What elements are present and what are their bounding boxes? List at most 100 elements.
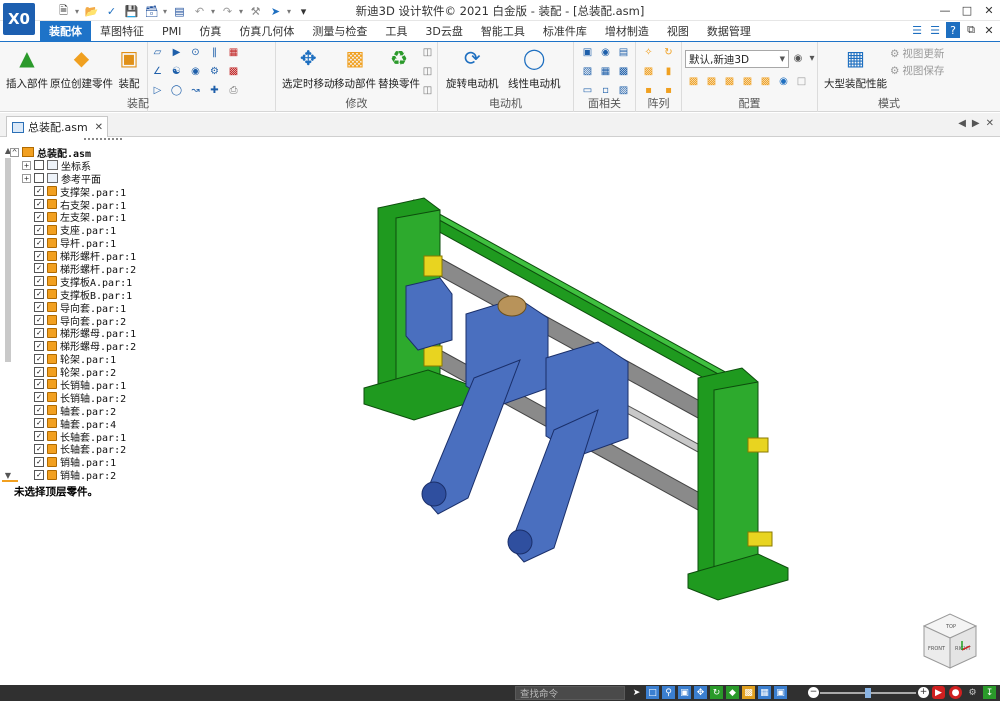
close-icon[interactable]: ✕ xyxy=(978,0,1000,21)
face-a-icon[interactable]: ▣ xyxy=(580,45,595,60)
gear-icon[interactable]: ⚙ xyxy=(207,64,222,79)
config-g-icon[interactable]: □ xyxy=(794,74,809,89)
visibility-checkbox[interactable]: ✓ xyxy=(34,211,44,222)
tab-2[interactable]: PMI xyxy=(153,21,190,41)
collapse-icon[interactable]: ^ xyxy=(10,147,19,157)
linear-pattern-icon[interactable]: ▩ xyxy=(641,64,656,79)
mate-icon[interactable]: ▱ xyxy=(150,45,165,60)
sprocket-1[interactable] xyxy=(421,481,447,507)
grid-icon[interactable]: ▩ xyxy=(226,64,241,79)
visibility-checkbox[interactable]: ✓ xyxy=(34,186,44,197)
parallel-icon[interactable]: ‖ xyxy=(207,45,222,60)
face-b-icon[interactable]: ◉ xyxy=(598,45,613,60)
visibility-checkbox[interactable]: ✓ xyxy=(34,224,44,235)
hammer-icon[interactable]: ⚒ xyxy=(247,3,264,20)
visibility-checkbox[interactable]: ✓ xyxy=(34,237,44,248)
new-icon[interactable]: 🗎 xyxy=(55,3,72,20)
insert-part-button[interactable]: ▲ 插入部件 xyxy=(6,44,48,91)
tab-prev-icon[interactable]: ◀ xyxy=(958,118,966,129)
record-icon[interactable]: ● xyxy=(949,686,962,699)
cam-icon[interactable]: ◉ xyxy=(188,64,203,79)
visibility-checkbox[interactable]: ✓ xyxy=(34,379,44,390)
download-icon[interactable]: ↧ xyxy=(983,686,996,699)
tab-4[interactable]: 仿真几何体 xyxy=(230,21,303,41)
tree-root[interactable]: ^ 总装配.asm xyxy=(10,146,220,160)
tab-5[interactable]: 测量与检查 xyxy=(303,21,376,41)
move-selected-button[interactable]: ✥ 选定时移动 xyxy=(282,44,335,91)
dropdown-arrow-icon[interactable]: ▾ xyxy=(75,7,80,16)
close-document-icon[interactable]: ✕ xyxy=(982,22,996,38)
arrow-icon[interactable]: ➤ xyxy=(630,686,643,699)
visibility-checkbox[interactable]: ✓ xyxy=(34,405,44,416)
redo-icon[interactable]: ↷ xyxy=(219,3,236,20)
gear-icon[interactable]: ⚙ xyxy=(966,686,979,699)
tab-next-icon[interactable]: ▶ xyxy=(972,118,980,129)
minimize-icon[interactable]: — xyxy=(934,0,956,21)
layout-alt-icon[interactable]: ☰ xyxy=(928,22,942,38)
pan-icon[interactable]: ✥ xyxy=(694,686,707,699)
maximize-icon[interactable]: □ xyxy=(956,0,978,21)
visibility-checkbox[interactable]: ✓ xyxy=(34,418,44,429)
layout-icon[interactable]: ☰ xyxy=(910,22,924,38)
visibility-checkbox[interactable]: ✓ xyxy=(34,366,44,377)
dropdown-arrow-icon[interactable]: ▾ xyxy=(163,7,168,16)
dropdown-arrow-icon[interactable]: ▾ xyxy=(287,7,292,16)
bushing[interactable] xyxy=(497,295,527,317)
app-logo[interactable]: X0 xyxy=(3,3,35,35)
visibility-checkbox[interactable]: ✓ xyxy=(34,340,44,351)
tree-part[interactable]: ✓ 销轴.par:2 xyxy=(10,468,220,482)
assemble-button[interactable]: ▣ 装配 xyxy=(114,44,144,91)
pattern-icon[interactable]: ✧ xyxy=(641,45,656,60)
visibility-checkbox[interactable]: ✓ xyxy=(34,289,44,300)
tab-11[interactable]: 视图 xyxy=(658,21,698,41)
mirror-icon[interactable]: ◫ xyxy=(420,45,435,60)
tab-6[interactable]: 工具 xyxy=(376,21,416,41)
document-tab[interactable]: 总装配.asm ✕ xyxy=(6,116,108,137)
shaft-end-lower[interactable] xyxy=(747,531,773,547)
view-cube[interactable]: TOP FRONT RIGHT xyxy=(918,608,982,672)
fit-icon[interactable]: ▣ xyxy=(678,686,691,699)
angle-icon[interactable]: ∠ xyxy=(150,64,165,79)
face-f-icon[interactable]: ▩ xyxy=(616,64,631,79)
sprocket-2[interactable] xyxy=(507,529,533,555)
box-icon[interactable]: ▦ xyxy=(226,45,241,60)
save-as-icon[interactable]: 🗃 xyxy=(143,3,160,20)
zoom-icon[interactable]: ⚲ xyxy=(662,686,675,699)
face-e-icon[interactable]: ▦ xyxy=(598,64,613,79)
visibility-checkbox[interactable]: ✓ xyxy=(34,443,44,454)
video-icon[interactable]: ▶ xyxy=(932,686,945,699)
tab-12[interactable]: 数据管理 xyxy=(698,21,760,41)
undo-icon[interactable]: ↶ xyxy=(191,3,208,20)
rotary-motor-button[interactable]: ⟳ 旋转电动机 xyxy=(446,44,499,91)
mirror-pattern-icon[interactable]: ▮ xyxy=(661,64,676,79)
zoom-in-icon[interactable]: + xyxy=(918,687,929,698)
save-icon[interactable]: 💾 xyxy=(123,3,140,20)
tangent-icon[interactable]: ☯ xyxy=(169,64,184,79)
align-icon[interactable]: ▶ xyxy=(169,45,184,60)
tab-close-all-icon[interactable]: ✕ xyxy=(986,118,994,129)
tab-9[interactable]: 标准件库 xyxy=(534,21,596,41)
config-d-icon[interactable]: ▩ xyxy=(740,74,755,89)
create-in-place-button[interactable]: ◆ 原位创建零件 xyxy=(50,44,113,91)
visibility-checkbox[interactable]: ✓ xyxy=(34,199,44,209)
table-icon[interactable]: ▤ xyxy=(171,3,188,20)
shading-icon[interactable]: ▩ xyxy=(742,686,755,699)
visibility-checkbox[interactable]: ✓ xyxy=(34,327,44,338)
command-search-input[interactable]: 查找命令 xyxy=(515,686,625,700)
duplicate-icon[interactable]: ◫ xyxy=(420,64,435,79)
tab-10[interactable]: 增材制造 xyxy=(596,21,658,41)
pane-grip[interactable] xyxy=(84,138,122,141)
view-orient-icon[interactable]: ◆ xyxy=(726,686,739,699)
zoom-out-icon[interactable]: − xyxy=(808,687,819,698)
tab-7[interactable]: 3D云盘 xyxy=(416,21,471,41)
dropdown-arrow-icon[interactable]: ▾ xyxy=(211,7,216,16)
folder-icon[interactable]: ✓ xyxy=(103,3,120,20)
display-icon[interactable]: ▦ xyxy=(758,686,771,699)
visibility-checkbox[interactable]: ✓ xyxy=(34,431,44,442)
replace-part-button[interactable]: ♻ 替换零件 xyxy=(378,44,420,91)
zoom-thumb[interactable] xyxy=(865,688,871,698)
help-icon[interactable]: ? xyxy=(946,22,960,38)
visibility-checkbox[interactable]: ✓ xyxy=(34,250,44,261)
tree-feature[interactable]: + 坐标系 xyxy=(10,159,220,173)
screw-end-upper[interactable] xyxy=(423,255,443,277)
